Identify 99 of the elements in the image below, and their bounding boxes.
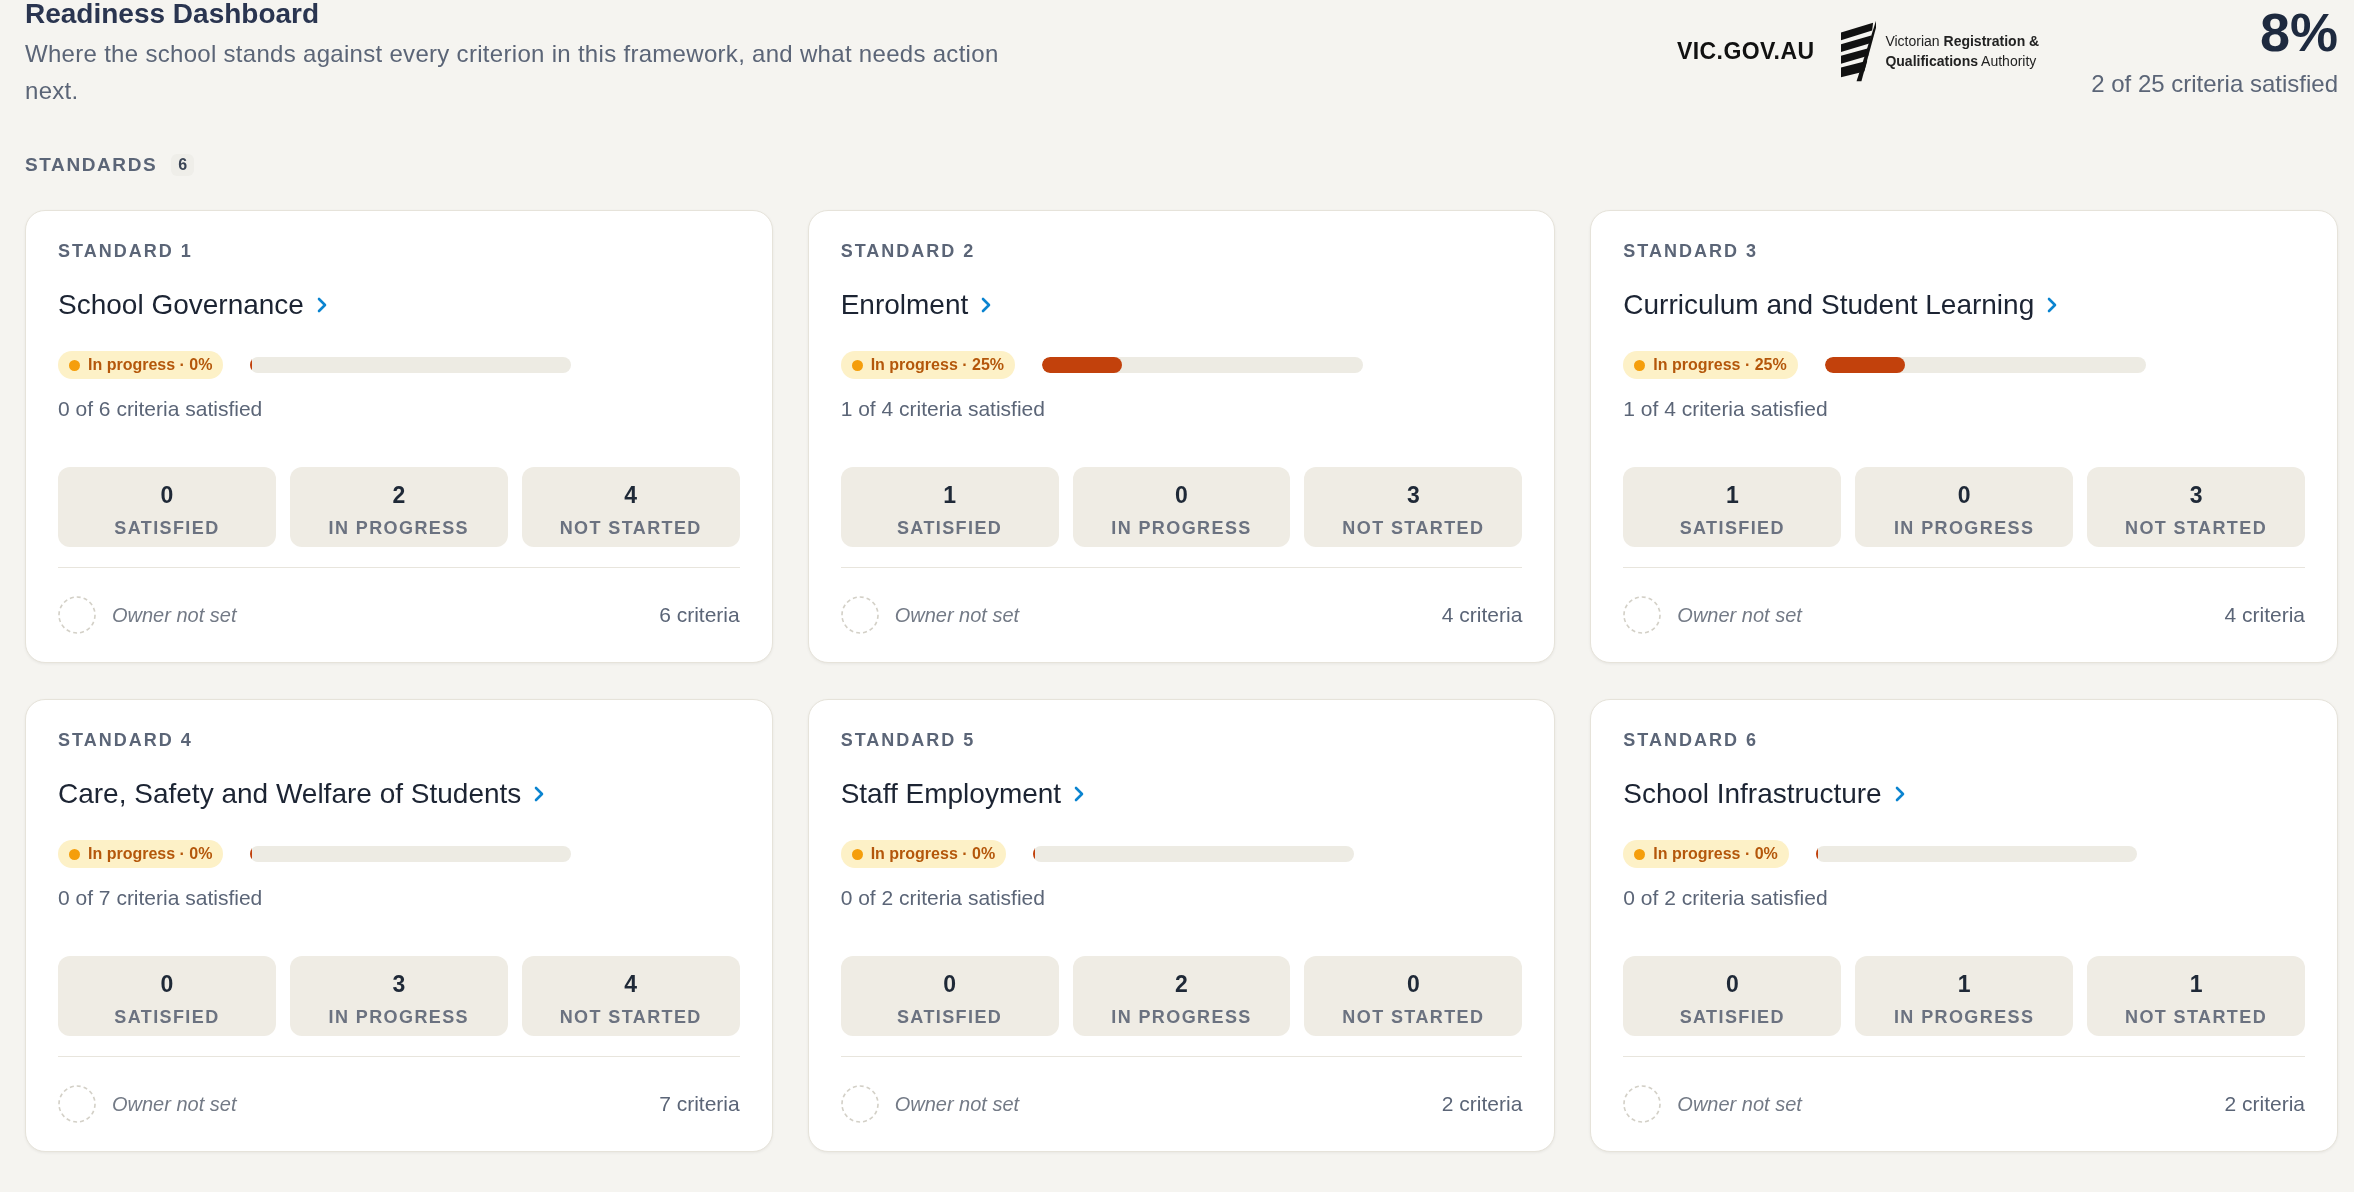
chevron-right-icon (1074, 786, 1085, 802)
striped-emblem-icon (1841, 20, 1877, 82)
criteria-count: 4 criteria (1441, 603, 1523, 627)
chevron-right-icon (534, 786, 545, 802)
criteria-satisfied-text: 0 of 2 criteria satisfied (1623, 885, 1828, 911)
stat-value: 0 (1175, 481, 1188, 509)
stat-value: 4 (624, 970, 638, 998)
owner-label: Owner not set (1677, 1092, 1802, 1116)
gov-wordmark: VIC.GOV.AU (1677, 37, 1815, 65)
stat-value: 0 (160, 970, 174, 998)
chevron-right-icon (1894, 786, 1905, 802)
stat-label: SATISFIED (896, 1006, 1003, 1029)
stat-value: 1 (943, 481, 956, 509)
stat-value: 1 (2189, 970, 2203, 998)
status-dot-icon (1634, 359, 1646, 371)
stat-label: NOT STARTED (2125, 1006, 2268, 1029)
criteria-count: 2 criteria (2224, 1092, 2305, 1116)
standard-link[interactable]: School Governance (58, 290, 327, 320)
criteria-count: 2 criteria (1441, 1092, 1523, 1116)
stat-value: 0 (160, 481, 174, 509)
stat-label: SATISFIED (1679, 1006, 1785, 1029)
owner-label: Owner not set (1677, 603, 1802, 627)
criteria-count: 6 criteria (659, 603, 740, 627)
stat-value: 0 (943, 970, 956, 998)
criteria-count: 4 criteria (2224, 603, 2305, 627)
stat-value: 0 (1725, 970, 1739, 998)
stat-value: 1 (1957, 970, 1971, 998)
status-label: In progress · 0% (870, 845, 996, 863)
stat-label: SATISFIED (896, 517, 1003, 540)
owner-label: Owner not set (894, 1092, 1020, 1116)
stat-value: 2 (1175, 970, 1188, 998)
standard-link[interactable]: School Infrastructure (1623, 779, 1905, 809)
stat-value: 3 (392, 970, 406, 998)
empty-avatar-icon (58, 1085, 96, 1123)
count-badge: 6 (171, 154, 195, 176)
stat-label: SATISFIED (1679, 517, 1785, 540)
status-dot-icon (851, 848, 863, 860)
status-dot-icon (851, 359, 863, 371)
standard-link[interactable]: Staff Employment (840, 779, 1085, 809)
status-label: In progress · 0% (88, 356, 213, 374)
page-title: Readiness Dashboard (25, 0, 321, 30)
status-dot-icon (69, 848, 80, 860)
standard-link[interactable]: Curriculum and Student Learning (1623, 290, 2058, 320)
stat-value: 3 (1407, 481, 1420, 509)
empty-avatar-icon (840, 1085, 879, 1123)
status-dot-icon (1634, 848, 1646, 860)
stat-label: IN PROGRESS (1111, 1006, 1252, 1029)
stat-label: SATISFIED (114, 517, 220, 540)
standard-number: STANDARD 6 (1623, 729, 1758, 751)
criteria-satisfied-text: 0 of 7 criteria satisfied (58, 885, 263, 911)
stat-label: IN PROGRESS (1893, 1006, 2035, 1029)
stat-label: IN PROGRESS (328, 1006, 470, 1029)
standard-number: STANDARD 4 (58, 729, 193, 751)
stat-label: NOT STARTED (559, 517, 702, 540)
stat-value: 0 (1407, 970, 1420, 998)
chevron-right-icon (981, 297, 992, 313)
stat-value: 0 (1957, 481, 1971, 509)
stat-label: NOT STARTED (1342, 517, 1485, 540)
status-label: In progress · 25% (870, 356, 1005, 374)
standard-number: STANDARD 5 (840, 729, 976, 751)
stat-label: SATISFIED (114, 1006, 220, 1029)
criteria-satisfied-text: 0 of 6 criteria satisfied (58, 396, 263, 422)
stat-label: NOT STARTED (559, 1006, 702, 1029)
stat-label: IN PROGRESS (1111, 517, 1252, 540)
completion-percent: 8% (2259, 4, 2338, 60)
criteria-count: 7 criteria (659, 1092, 740, 1116)
stat-value: 4 (624, 481, 638, 509)
criteria-satisfied-text: 0 of 2 criteria satisfied (840, 885, 1045, 911)
page-subtitle: Where the school stands against every criterion in this framework, and what needs action next. (25, 39, 1000, 106)
status-dot-icon (69, 359, 80, 371)
stat-label: IN PROGRESS (328, 517, 470, 540)
owner-label: Owner not set (894, 603, 1020, 627)
empty-avatar-icon (58, 596, 96, 634)
stat-value: 3 (2189, 481, 2203, 509)
status-label: In progress · 0% (1653, 845, 1778, 863)
standard-number: STANDARD 2 (840, 240, 976, 262)
standard-number: STANDARD 1 (58, 240, 193, 262)
standard-number: STANDARD 3 (1623, 240, 1758, 262)
authority-name: Victorian Registration & Qualifications Authority (1885, 32, 2040, 71)
completion-caption: 2 of 25 criteria satisfied (2091, 70, 2338, 98)
chevron-right-icon (2047, 297, 2058, 313)
criteria-satisfied-text: 1 of 4 criteria satisfied (840, 396, 1045, 422)
status-label: In progress · 0% (88, 845, 213, 863)
status-label: In progress · 25% (1653, 356, 1787, 374)
stat-label: IN PROGRESS (1893, 517, 2035, 540)
empty-avatar-icon (1623, 1085, 1662, 1123)
empty-avatar-icon (840, 596, 879, 634)
stat-label: NOT STARTED (2125, 517, 2268, 540)
chevron-right-icon (316, 297, 327, 313)
stat-value: 2 (392, 481, 406, 509)
section-label: STANDARDS (25, 154, 158, 176)
stat-value: 1 (1725, 481, 1739, 509)
standard-link[interactable]: Enrolment (840, 290, 992, 320)
criteria-satisfied-text: 1 of 4 criteria satisfied (1623, 396, 1828, 422)
owner-label: Owner not set (112, 1092, 237, 1116)
empty-avatar-icon (1623, 596, 1662, 634)
owner-label: Owner not set (112, 603, 237, 627)
stat-label: NOT STARTED (1342, 1006, 1485, 1029)
standard-link[interactable]: Care, Safety and Welfare of Students (58, 779, 545, 809)
